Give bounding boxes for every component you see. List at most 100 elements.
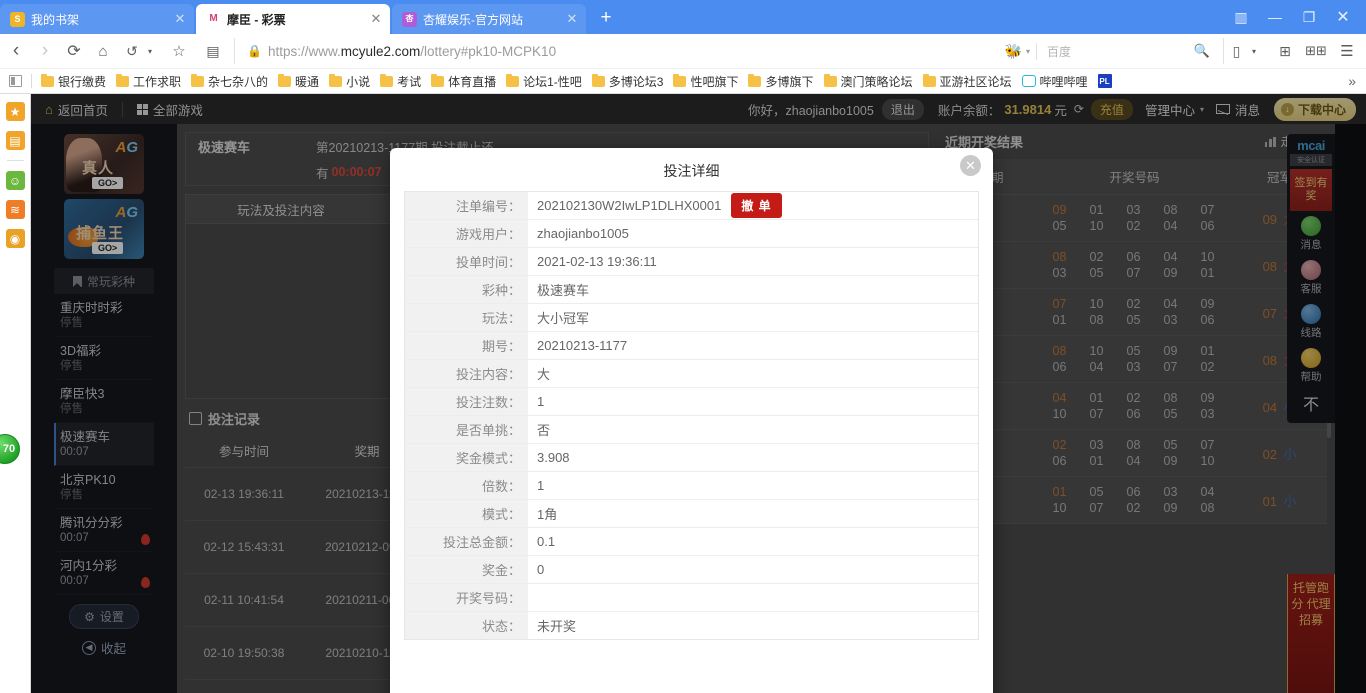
search-engine-selector[interactable]: 🐝 ▾ bbox=[1005, 43, 1036, 60]
bookmark-label: 暖通 bbox=[295, 74, 320, 89]
bookmark-star-icon[interactable]: ☆ bbox=[166, 38, 192, 64]
field-value: 0.1 bbox=[528, 528, 978, 555]
bookmark-label: 多博论坛3 bbox=[608, 74, 664, 89]
bookmark-label: 亚游社区论坛 bbox=[939, 74, 1012, 89]
field-label: 投注总金额： bbox=[405, 528, 528, 555]
folder-icon bbox=[278, 73, 292, 87]
bookmarks-overflow-icon[interactable]: » bbox=[1348, 73, 1362, 89]
bookmark-item[interactable]: 多博论坛3 bbox=[587, 71, 669, 91]
bookmark-divider bbox=[31, 74, 32, 88]
field-label: 开奖号码： bbox=[405, 584, 528, 611]
search-icon[interactable]: 🔍 bbox=[1189, 38, 1215, 64]
bet-detail-modal: 投注详细 ✕ 注单编号： 202102130W2IwLP1DLHX0001 撤 … bbox=[390, 148, 993, 693]
bookmark-item[interactable]: 工作求职 bbox=[111, 71, 186, 91]
undo-caret-icon[interactable]: ▾ bbox=[137, 38, 163, 64]
forward-icon[interactable]: › bbox=[32, 38, 58, 64]
favorites-icon[interactable]: ★ bbox=[5, 102, 25, 121]
close-icon[interactable]: ✕ bbox=[960, 155, 981, 176]
browser-tab-3[interactable]: 杏 杏耀娱乐-官方网站 ✕ bbox=[392, 4, 586, 34]
bookmark-item[interactable]: 论坛1-性吧 bbox=[501, 71, 587, 91]
reload-icon[interactable]: ⟳ bbox=[61, 38, 87, 64]
field-status: 状态： 未开奖 bbox=[405, 612, 978, 640]
minimize-icon[interactable]: — bbox=[1258, 3, 1292, 31]
bookmark-item[interactable]: 银行缴费 bbox=[36, 71, 111, 91]
field-value: 0 bbox=[528, 556, 978, 583]
screen: S 我的书架 ✕ M 摩臣 - 彩票 ✕ 杏 杏耀娱乐-官方网站 ✕ + ▥ —… bbox=[0, 0, 1366, 693]
bookmark-item[interactable]: 考试 bbox=[375, 71, 426, 91]
field-value: 大小冠军 bbox=[528, 304, 978, 331]
field-value: 1角 bbox=[528, 500, 978, 527]
screenshot-caret-icon[interactable]: ▾ bbox=[1241, 38, 1267, 64]
browser-tab-1[interactable]: S 我的书架 ✕ bbox=[0, 4, 194, 34]
maximize-icon[interactable]: ❐ bbox=[1292, 3, 1326, 31]
bookmark-item[interactable]: 性吧旗下 bbox=[668, 71, 743, 91]
bookmark-item[interactable]: 澳门策略论坛 bbox=[819, 71, 918, 91]
tab-close-icon[interactable]: ✕ bbox=[172, 11, 188, 27]
notes-icon[interactable]: ▤ bbox=[5, 131, 25, 150]
browser-tab-2[interactable]: M 摩臣 - 彩票 ✕ bbox=[196, 4, 390, 34]
field-total-amount: 投注总金额： 0.1 bbox=[405, 528, 978, 556]
field-label: 期号： bbox=[405, 332, 528, 359]
back-icon[interactable]: ‹ bbox=[3, 38, 29, 64]
folder-icon bbox=[823, 73, 837, 87]
field-value: 大 bbox=[528, 360, 978, 387]
field-single-pick: 是否单挑： 否 bbox=[405, 416, 978, 444]
field-label: 奖金模式： bbox=[405, 444, 528, 471]
field-mode: 模式： 1角 bbox=[405, 500, 978, 528]
cancel-order-button[interactable]: 撤 单 bbox=[731, 193, 782, 218]
reader-mode-icon[interactable]: ▤ bbox=[200, 38, 226, 64]
bookmark-apps-tile[interactable] bbox=[4, 71, 27, 91]
field-value: 否 bbox=[528, 416, 978, 443]
field-value: 1 bbox=[528, 388, 978, 415]
apps-icon[interactable]: ⊞⊞ bbox=[1303, 38, 1329, 64]
field-bet-time: 投单时间： 2021-02-13 19:36:11 bbox=[405, 248, 978, 276]
tab-close-icon[interactable]: ✕ bbox=[368, 11, 384, 27]
rss-icon[interactable]: ≋ bbox=[5, 200, 25, 219]
bookmark-label: 性吧旗下 bbox=[690, 74, 739, 89]
field-draw-numbers: 开奖号码： bbox=[405, 584, 978, 612]
tile-icon bbox=[9, 75, 22, 87]
bookmark-label: 哔哩哔哩 bbox=[1039, 74, 1088, 89]
chevron-down-icon[interactable]: ▾ bbox=[1026, 47, 1030, 56]
field-label: 投注内容： bbox=[405, 360, 528, 387]
sidebar-toggle-icon[interactable]: ▥ bbox=[1224, 3, 1258, 31]
bookmark-item-bilibili[interactable]: 哔哩哔哩 bbox=[1017, 71, 1093, 91]
bookmark-item[interactable]: 亚游社区论坛 bbox=[918, 71, 1017, 91]
folder-icon bbox=[922, 73, 936, 87]
field-order-id: 注单编号： 202102130W2IwLP1DLHX0001 撤 单 bbox=[405, 192, 978, 220]
extension-rail: ★ ▤ ☺ ≋ ◉ bbox=[0, 94, 31, 693]
home-icon[interactable]: ⌂ bbox=[90, 38, 116, 64]
bookmark-item[interactable]: 多博旗下 bbox=[743, 71, 818, 91]
folder-icon bbox=[748, 73, 762, 87]
field-prize-mode: 奖金模式： 3.908 bbox=[405, 444, 978, 472]
close-window-icon[interactable]: ✕ bbox=[1326, 3, 1360, 31]
browser-tabstrip: S 我的书架 ✕ M 摩臣 - 彩票 ✕ 杏 杏耀娱乐-官方网站 ✕ + ▥ —… bbox=[0, 0, 1366, 34]
address-bar[interactable]: 🔒 https://www.mcyule2.com/lottery#pk10-M… bbox=[234, 38, 999, 64]
bookmark-item[interactable]: 杂七杂八的 bbox=[186, 71, 273, 91]
lock-icon: 🔒 bbox=[247, 44, 262, 58]
bookmark-item[interactable]: 小说 bbox=[324, 71, 375, 91]
field-bet-content: 投注内容： 大 bbox=[405, 360, 978, 388]
field-label: 倍数： bbox=[405, 472, 528, 499]
tab-close-icon[interactable]: ✕ bbox=[564, 11, 580, 27]
emoji-icon[interactable]: ☺ bbox=[5, 171, 25, 190]
weibo-icon[interactable]: ◉ bbox=[5, 229, 25, 248]
bookmark-item[interactable]: 暖通 bbox=[273, 71, 324, 91]
menu-icon[interactable]: ☰ bbox=[1334, 38, 1360, 64]
folder-icon bbox=[116, 73, 130, 87]
field-value: zhaojianbo1005 bbox=[528, 220, 978, 247]
new-tab-button[interactable]: + bbox=[592, 5, 620, 33]
bookmark-item-pl[interactable]: PL bbox=[1093, 71, 1117, 91]
field-play-type: 玩法： 大小冠军 bbox=[405, 304, 978, 332]
search-input[interactable]: 百度 bbox=[1036, 42, 1186, 60]
bookmark-item[interactable]: 体育直播 bbox=[426, 71, 501, 91]
field-label: 状态： bbox=[405, 612, 528, 639]
field-label: 玩法： bbox=[405, 304, 528, 331]
folder-icon bbox=[506, 73, 520, 87]
folder-icon bbox=[191, 73, 205, 87]
collect-icon[interactable]: ⊞ bbox=[1272, 38, 1298, 64]
tab-title: 我的书架 bbox=[31, 12, 80, 27]
bookmark-label: 论坛1-性吧 bbox=[523, 74, 582, 89]
folder-icon bbox=[673, 73, 687, 87]
tab-favicon: S bbox=[10, 11, 25, 27]
